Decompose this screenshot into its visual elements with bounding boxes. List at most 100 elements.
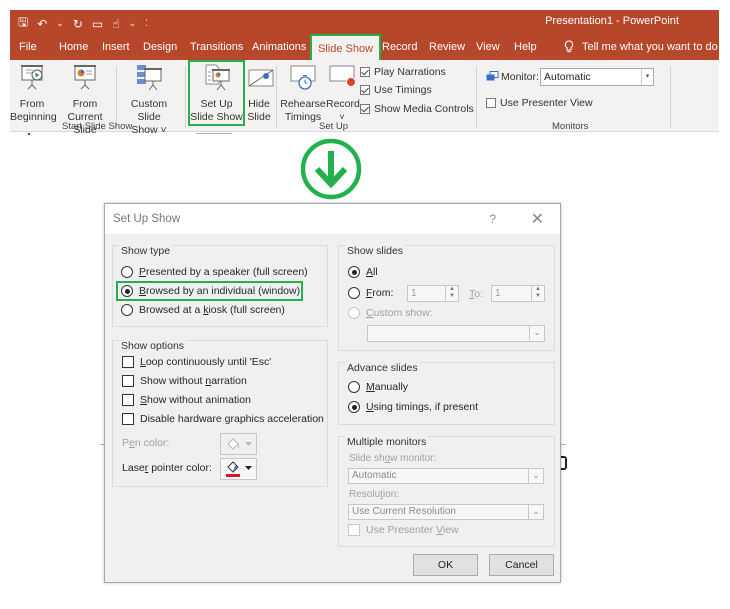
background-artifact [28, 133, 30, 135]
resolution-select[interactable]: Use Current Resolution ⌄ [348, 504, 544, 520]
presented-by-speaker-radio[interactable]: Presented by a speaker (full screen) [121, 266, 308, 278]
cancel-button[interactable]: Cancel [489, 554, 554, 576]
show-from-radio[interactable]: From: [348, 287, 393, 299]
tab-review[interactable]: Review [429, 41, 465, 53]
resolution-value: Use Current Resolution [352, 506, 456, 517]
rehearse-timings-icon [290, 65, 316, 90]
advance-slides-group: Advance slides [338, 362, 555, 425]
radio-circle [348, 307, 360, 319]
checkbox-box [360, 85, 370, 95]
more-icon[interactable]: ⁚ [145, 18, 148, 29]
ribbon-separator [185, 66, 186, 128]
from-slide-value: 1 [411, 288, 417, 299]
from-slide-spinner[interactable]: 1 ▲ ▼ [407, 285, 459, 302]
undo-dropdown-icon[interactable]: ⌄ [56, 18, 64, 29]
ribbon-separator [116, 66, 117, 128]
resolution-label: Resolution: [349, 489, 400, 500]
customize-dropdown-icon[interactable]: ⌄ [129, 18, 137, 29]
use-presenter-view-checkbox[interactable]: Use Presenter View [486, 97, 593, 109]
show-without-narration-label: Show without narration [140, 375, 247, 387]
set-up-slide-show-icon [205, 64, 230, 91]
use-timings-checkbox[interactable]: Use Timings [360, 84, 432, 96]
disable-hardware-acceleration-checkbox[interactable]: Disable hardware graphics acceleration [122, 413, 324, 425]
tab-help[interactable]: Help [514, 41, 537, 53]
show-without-animation-checkbox[interactable]: Show without animation [122, 394, 251, 406]
redo-icon[interactable]: ↻ [73, 17, 83, 31]
dialog-use-presenter-view-checkbox[interactable]: Use Presenter View [348, 524, 459, 536]
tab-slide-show[interactable]: Slide Show [310, 34, 382, 60]
monitor-select[interactable]: Automatic ▾ [540, 68, 654, 86]
dialog-title: Set Up Show [113, 213, 181, 225]
spinner-arrows-icon[interactable]: ▲ ▼ [531, 286, 544, 301]
tell-me-search[interactable]: Tell me what you want to do [564, 40, 718, 53]
show-media-controls-checkbox[interactable]: Show Media Controls [360, 103, 474, 115]
browsed-by-individual-label: Browsed by an individual (window) [139, 285, 301, 297]
presented-by-speaker-label: Presented by a speaker (full screen) [139, 266, 308, 278]
dialog-title-bar: Set Up Show ? ✕ [105, 204, 560, 234]
from-beginning-button[interactable]: From Beginning [10, 64, 57, 124]
radio-circle [121, 304, 133, 316]
tab-file[interactable]: File [19, 41, 37, 53]
custom-show-select[interactable]: ⌄ [367, 325, 545, 342]
window-title: Presentation1 - PowerPoint [545, 15, 679, 27]
tab-view[interactable]: View [476, 41, 500, 53]
radio-circle [348, 287, 360, 299]
browsed-by-individual-radio[interactable]: Browsed by an individual (window) [121, 285, 300, 297]
disable-hardware-acceleration-label: Disable hardware graphics acceleration [140, 413, 324, 425]
show-all-radio[interactable]: All [348, 266, 378, 278]
from-beginning-icon [21, 65, 43, 90]
ribbon-separator [670, 66, 671, 128]
set-up-slide-show-button[interactable]: Set Up Slide Show [190, 64, 243, 124]
record-button[interactable]: Record ˅ [326, 64, 360, 124]
tell-me-placeholder: Tell me what you want to do [582, 40, 718, 53]
help-button[interactable]: ? [489, 212, 496, 226]
radio-circle [121, 266, 133, 278]
touch-mode-icon[interactable]: ☝ [112, 17, 119, 31]
tab-animations[interactable]: Animations [252, 41, 306, 53]
tab-home[interactable]: Home [59, 41, 88, 53]
show-without-narration-checkbox[interactable]: Show without narration [122, 375, 247, 387]
to-slide-spinner[interactable]: 1 ▲ ▼ [491, 285, 545, 302]
show-without-animation-label: Show without animation [140, 394, 251, 406]
browsed-at-kiosk-label: Browsed at a kiosk (full screen) [139, 304, 285, 316]
monitor-select-value: Automatic [544, 71, 591, 83]
tab-insert[interactable]: Insert [102, 41, 130, 53]
monitor-label: Monitor: [501, 71, 539, 83]
radio-circle [348, 266, 360, 278]
chevron-down-icon: ⌄ [528, 469, 543, 483]
checkbox-box [360, 104, 370, 114]
advance-using-timings-radio[interactable]: Using timings, if present [348, 401, 478, 413]
rehearse-timings-button[interactable]: Rehearse Timings [280, 64, 326, 124]
advance-manually-radio[interactable]: Manually [348, 381, 408, 393]
save-icon[interactable]: 🖫 [18, 13, 28, 34]
custom-show-radio[interactable]: Custom show: [348, 307, 433, 319]
quick-access-toolbar: 🖫 ↶ ⌄ ↻ ▭ ☝ ⌄ ⁚ [18, 13, 148, 34]
set-up-slide-show-label-2: Slide Show [190, 111, 243, 123]
show-all-label: All [366, 266, 378, 278]
tab-record[interactable]: Record [382, 41, 417, 53]
browsed-at-kiosk-radio[interactable]: Browsed at a kiosk (full screen) [121, 304, 285, 316]
custom-slide-show-icon [137, 65, 162, 91]
laser-pointer-color-label: Laser pointer color: [122, 462, 212, 474]
tab-transitions[interactable]: Transitions [190, 41, 243, 53]
present-icon[interactable]: ▭ [92, 17, 103, 31]
record-label: Record [326, 98, 360, 110]
slide-show-monitor-select[interactable]: Automatic ⌄ [348, 468, 544, 484]
ok-button[interactable]: OK [413, 554, 478, 576]
paint-bucket-icon [226, 461, 252, 477]
close-button[interactable]: ✕ [531, 209, 544, 229]
arrow-down-circle-icon [300, 138, 362, 200]
hide-slide-label-2: Slide [247, 111, 271, 123]
multiple-monitors-title: Multiple monitors [345, 436, 429, 448]
loop-continuously-checkbox[interactable]: Loop continuously until 'Esc' [122, 356, 271, 368]
laser-pointer-color-button[interactable] [220, 458, 257, 480]
lightbulb-icon [564, 40, 574, 53]
spinner-arrows-icon[interactable]: ▲ ▼ [445, 286, 458, 301]
hide-slide-button[interactable]: Hide Slide [246, 64, 274, 124]
play-narrations-checkbox[interactable]: Play Narrations [360, 66, 446, 78]
undo-icon[interactable]: ↶ [37, 17, 47, 31]
tab-design[interactable]: Design [143, 41, 177, 53]
pen-color-button[interactable] [220, 433, 257, 455]
dialog-use-presenter-view-label: Use Presenter View [366, 524, 459, 536]
loop-continuously-label: Loop continuously until 'Esc' [140, 356, 272, 368]
